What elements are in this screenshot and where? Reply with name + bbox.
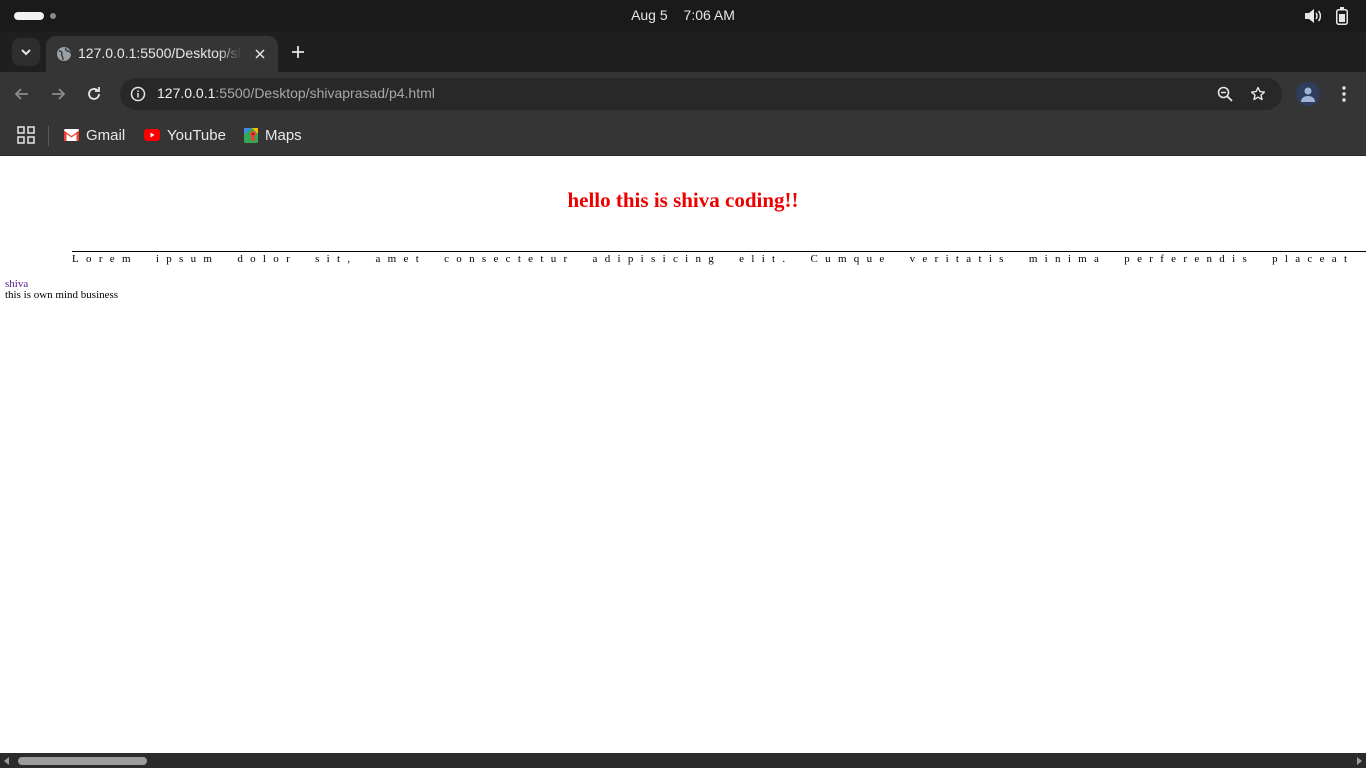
zoom-out-icon <box>1217 86 1233 102</box>
bookmarks-bar: Gmail YouTube Maps <box>0 116 1366 156</box>
globe-icon <box>57 47 72 61</box>
page-heading: hello this is shiva coding!! <box>567 188 799 212</box>
tab-search-button[interactable] <box>12 38 40 66</box>
chevron-down-icon <box>21 49 31 56</box>
tab-title: 127.0.0.1:5500/Desktop/shivaprasad/p4.ht… <box>78 45 242 61</box>
arrow-left-icon <box>14 88 28 100</box>
forward-button[interactable] <box>46 82 70 106</box>
url-host: 127.0.0.1 <box>157 85 216 101</box>
info-icon <box>130 86 146 102</box>
maps-icon <box>244 127 258 143</box>
bookmark-youtube-label: YouTube <box>167 126 226 144</box>
bookmark-maps-label: Maps <box>265 126 302 144</box>
web-page-content: hello this is shiva coding!! Lorem ipsum… <box>0 156 1366 753</box>
lorem-paragraph: Lorem ipsum dolor sit, amet consectetur … <box>72 251 1366 265</box>
avatar-icon <box>1301 87 1315 102</box>
tab-active[interactable]: 127.0.0.1:5500/Desktop/shivaprasad/p4.ht… <box>46 36 278 72</box>
bookmark-youtube[interactable]: YouTube <box>144 124 226 146</box>
new-tab-button[interactable] <box>286 40 310 64</box>
tab-close-button[interactable] <box>250 44 270 64</box>
reload-icon <box>88 87 100 100</box>
url-text[interactable]: 127.0.0.1:5500/Desktop/shivaprasad/p4.ht… <box>157 85 435 101</box>
scroll-left-arrow-icon[interactable] <box>4 757 9 765</box>
horizontal-scrollbar[interactable] <box>0 753 1366 768</box>
system-date: Aug 5 <box>631 7 668 23</box>
bookmark-gmail-label: Gmail <box>86 126 126 144</box>
battery-icon[interactable] <box>1336 7 1348 25</box>
scrollbar-thumb[interactable] <box>18 757 147 765</box>
star-icon <box>1250 86 1266 101</box>
close-icon <box>255 49 265 59</box>
description-text: this is own mind business <box>5 289 119 301</box>
profile-avatar-button[interactable] <box>1296 82 1320 106</box>
bookmark-gmail[interactable]: Gmail <box>64 124 125 146</box>
bookmark-maps[interactable]: Maps <box>244 124 302 146</box>
kebab-menu-icon <box>1342 86 1346 102</box>
browser-menu-button[interactable] <box>1334 82 1354 106</box>
reload-button[interactable] <box>82 82 106 106</box>
system-clock[interactable]: Aug 5 7:06 AM <box>0 7 1366 23</box>
system-top-bar: Aug 5 7:06 AM <box>0 0 1366 32</box>
zoom-button[interactable] <box>1215 84 1235 104</box>
system-time: 7:06 AM <box>683 7 735 23</box>
bookmark-star-button[interactable] <box>1248 84 1268 104</box>
back-button[interactable] <box>10 82 34 106</box>
site-info-button[interactable] <box>128 84 148 104</box>
url-path: :5500/Desktop/shivaprasad/p4.html <box>215 85 435 101</box>
address-bar[interactable]: 127.0.0.1:5500/Desktop/shivaprasad/p4.ht… <box>120 78 1282 110</box>
browser-toolbar: 127.0.0.1:5500/Desktop/shivaprasad/p4.ht… <box>0 72 1366 116</box>
scroll-right-arrow-icon[interactable] <box>1357 757 1362 765</box>
gmail-icon <box>64 129 79 141</box>
bookmarks-separator <box>48 126 49 146</box>
arrow-right-icon <box>52 88 66 100</box>
plus-icon <box>292 46 304 58</box>
tab-strip: 127.0.0.1:5500/Desktop/shivaprasad/p4.ht… <box>0 32 1366 72</box>
youtube-icon <box>144 129 160 141</box>
apps-grid-icon[interactable] <box>17 126 35 144</box>
speaker-icon[interactable] <box>1304 8 1322 24</box>
